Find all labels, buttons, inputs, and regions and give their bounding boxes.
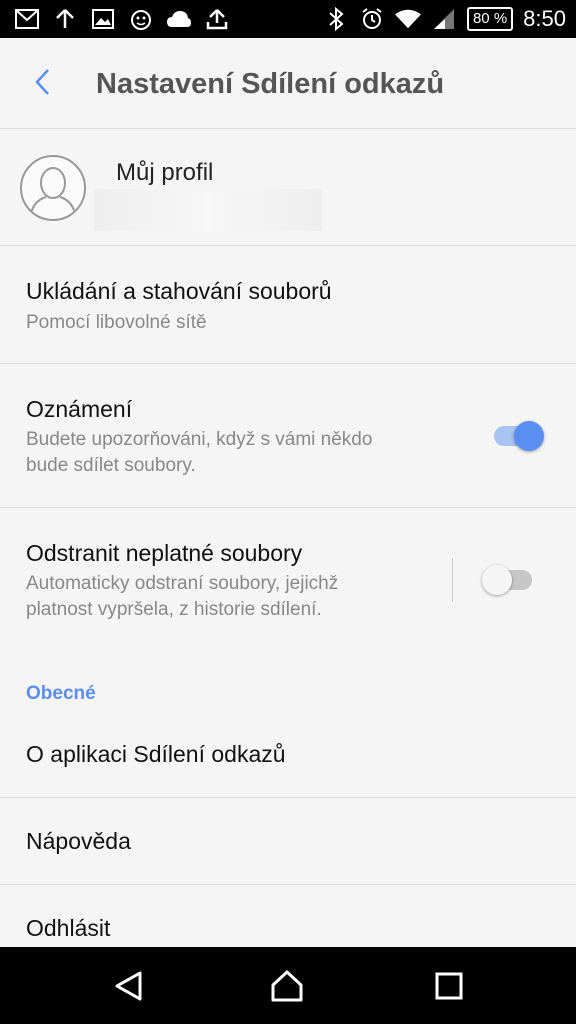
- redacted-account-text: [94, 189, 322, 231]
- remove-invalid-toggle[interactable]: [482, 564, 534, 596]
- battery-indicator: 80 %: [466, 7, 514, 31]
- remove-invalid-setting-subtitle: Automaticky odstraní soubory, jejichž pl…: [26, 571, 446, 623]
- toggle-thumb: [482, 565, 512, 595]
- status-bar: 80 % 8:50: [0, 0, 576, 38]
- navigation-bar: [0, 947, 576, 1024]
- image-icon: [90, 6, 116, 32]
- nav-home-button[interactable]: [270, 969, 304, 1003]
- help-label: Nápověda: [26, 828, 131, 854]
- back-button[interactable]: [28, 66, 60, 98]
- notifications-toggle[interactable]: [494, 420, 546, 452]
- help-row[interactable]: Nápověda: [0, 798, 576, 885]
- storage-setting-title: Ukládání a stahování souborů: [26, 278, 332, 304]
- storage-setting-row[interactable]: Ukládání a stahování souborů Pomocí libo…: [0, 246, 576, 364]
- profile-row[interactable]: Můj profil: [0, 129, 576, 246]
- notifications-setting-subtitle: Budete upozorňováni, když s vámi někdo b…: [26, 427, 446, 479]
- page-title: Nastavení Sdílení odkazů: [96, 68, 445, 100]
- remove-invalid-setting-title: Odstranit neplatné soubory: [26, 540, 303, 566]
- about-app-label: O aplikaci Sdílení odkazů: [26, 741, 286, 767]
- alarm-app-icon: [128, 6, 154, 32]
- status-time: 8:50: [523, 6, 566, 31]
- toggle-thumb: [514, 421, 544, 451]
- remove-invalid-setting-row[interactable]: Odstranit neplatné soubory Automaticky o…: [0, 508, 576, 658]
- cloud-icon: [166, 6, 192, 32]
- status-left-icons: [14, 6, 230, 32]
- person-silhouette-icon: [29, 167, 77, 219]
- section-header-general: Obecné: [26, 683, 96, 704]
- chevron-left-icon: [35, 69, 49, 95]
- nav-recents-button[interactable]: [432, 969, 466, 1003]
- bluetooth-icon: [323, 6, 349, 32]
- notifications-subtitle-line1: Budete upozorňováni, když s vámi někdo: [26, 429, 373, 450]
- about-app-row[interactable]: O aplikaci Sdílení odkazů: [0, 711, 576, 798]
- status-right-icons: 80 % 8:50: [323, 6, 566, 32]
- gmail-icon: [14, 6, 40, 32]
- remove-invalid-subtitle-line2: platnost vypršela, z historie sdílení.: [26, 599, 322, 620]
- vertical-divider: [452, 558, 453, 602]
- storage-setting-subtitle: Pomocí libovolné sítě: [26, 312, 207, 333]
- profile-name: Můj profil: [116, 159, 214, 186]
- square-recents-icon: [435, 972, 463, 1000]
- notifications-setting-row[interactable]: Oznámení Budete upozorňováni, když s vám…: [0, 364, 576, 508]
- notifications-subtitle-line2: bude sdílet soubory.: [26, 455, 196, 476]
- app-bar: Nastavení Sdílení odkazů: [0, 38, 576, 129]
- nav-back-button[interactable]: [112, 969, 146, 1003]
- wifi-icon: [394, 6, 421, 32]
- alarm-clock-icon: [359, 6, 385, 32]
- triangle-back-icon: [115, 971, 142, 1001]
- avatar: [20, 155, 86, 221]
- notifications-setting-title: Oznámení: [26, 396, 133, 422]
- remove-invalid-subtitle-line1: Automaticky odstraní soubory, jejichž: [26, 573, 339, 594]
- home-icon: [271, 970, 303, 1002]
- signal-icon: [431, 6, 457, 32]
- logout-row[interactable]: Odhlásit: [0, 885, 576, 947]
- logout-label: Odhlásit: [26, 915, 111, 941]
- share-upload-icon: [204, 6, 230, 32]
- upload-arrow-icon: [52, 6, 78, 32]
